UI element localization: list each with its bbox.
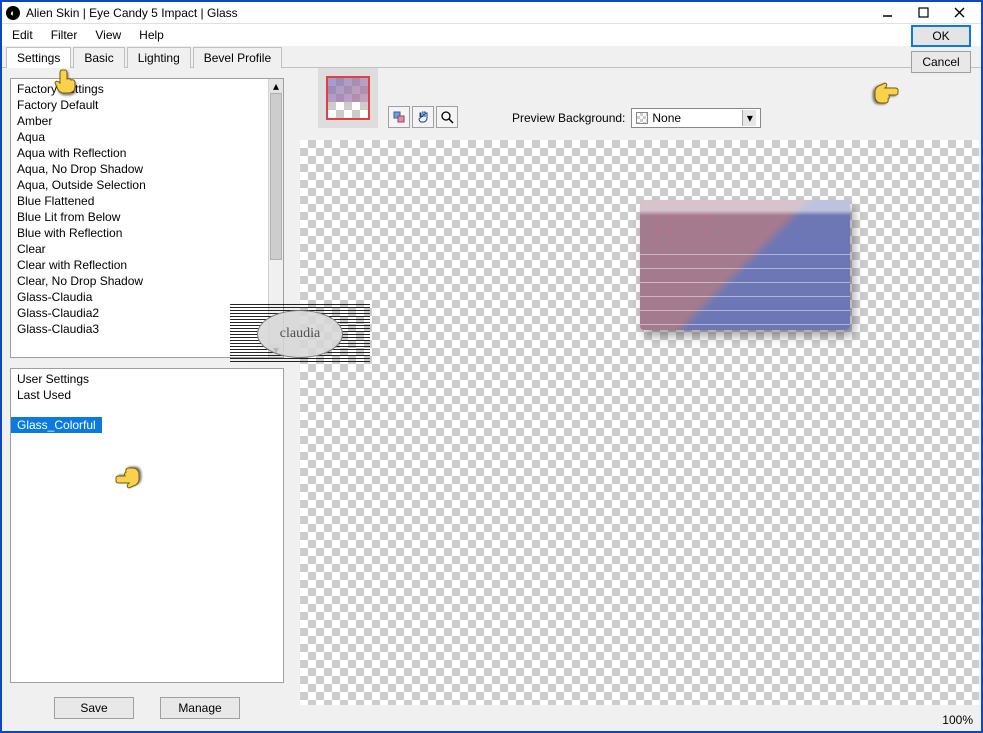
zoom-tool-icon[interactable] [436, 106, 458, 128]
preview-canvas[interactable] [300, 140, 979, 705]
menu-view[interactable]: View [89, 26, 127, 44]
list-item[interactable]: Aqua with Reflection [11, 145, 283, 161]
app-icon: ◐ [6, 6, 20, 20]
close-button[interactable] [941, 3, 977, 23]
rendered-effect-preview [640, 200, 850, 330]
list-item[interactable]: Factory Default [11, 97, 283, 113]
transparency-icon [636, 112, 648, 124]
list-item[interactable]: Aqua [11, 129, 283, 145]
list-item[interactable]: Blue Lit from Below [11, 209, 283, 225]
preview-bg-value: None [652, 111, 681, 125]
minimize-button[interactable] [869, 3, 905, 23]
list-item-selected[interactable]: Glass_Colorful [11, 417, 102, 433]
list-item[interactable]: Blue with Reflection [11, 225, 283, 241]
tab-settings[interactable]: Settings [6, 47, 71, 68]
list-item-last-used[interactable]: Last Used [11, 387, 283, 403]
list-item[interactable]: Amber [11, 113, 283, 129]
menu-filter[interactable]: Filter [45, 26, 84, 44]
scroll-thumb[interactable] [270, 93, 282, 260]
title-bar: ◐ Alien Skin | Eye Candy 5 Impact | Glas… [2, 2, 981, 24]
save-button[interactable]: Save [54, 697, 134, 719]
manage-button[interactable]: Manage [160, 697, 240, 719]
user-header: User Settings [11, 371, 283, 387]
chevron-down-icon: ▾ [742, 110, 756, 126]
factory-header: Factory Settings [11, 81, 283, 97]
zoom-level: 100% [942, 713, 973, 727]
user-settings-list[interactable]: User Settings Last Used Glass_Colorful [10, 368, 284, 683]
maximize-button[interactable] [905, 3, 941, 23]
preview-bg-dropdown[interactable]: None ▾ [631, 108, 761, 128]
ok-button[interactable]: OK [911, 25, 971, 47]
menu-edit[interactable]: Edit [6, 26, 39, 44]
tab-bevel-profile[interactable]: Bevel Profile [193, 47, 282, 68]
list-item[interactable]: Aqua, Outside Selection [11, 177, 283, 193]
list-item[interactable]: Blue Flattened [11, 193, 283, 209]
navigator-thumbnail[interactable] [318, 68, 378, 128]
menu-bar: Edit Filter View Help [2, 24, 981, 46]
tab-strip: Settings Basic Lighting Bevel Profile OK… [2, 46, 981, 68]
preview-bg-label: Preview Background: [512, 111, 625, 125]
watermark: claudia [230, 304, 370, 364]
tab-basic[interactable]: Basic [73, 47, 124, 68]
selection-tool-icon[interactable] [388, 106, 410, 128]
menu-help[interactable]: Help [133, 26, 170, 44]
tab-lighting[interactable]: Lighting [127, 47, 191, 68]
list-item[interactable]: Clear with Reflection [11, 257, 283, 273]
scroll-up-icon[interactable]: ▴ [269, 79, 283, 93]
list-item[interactable]: Clear, No Drop Shadow [11, 273, 283, 289]
window-title: Alien Skin | Eye Candy 5 Impact | Glass [26, 6, 869, 20]
list-item[interactable]: Clear [11, 241, 283, 257]
hand-tool-icon[interactable] [412, 106, 434, 128]
list-item[interactable]: Glass-Claudia [11, 289, 283, 305]
list-item[interactable]: Aqua, No Drop Shadow [11, 161, 283, 177]
